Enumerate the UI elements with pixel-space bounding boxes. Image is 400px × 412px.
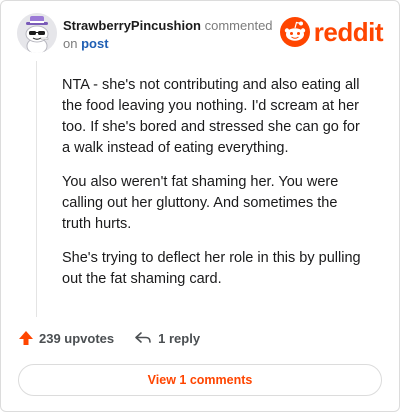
comment-card: StrawberryPincushion commented on post r… [0,0,400,412]
reply-button[interactable]: 1 reply [134,331,200,346]
commented-label: commented [204,18,273,33]
reddit-wordmark: reddit [313,17,384,47]
reddit-logo[interactable]: reddit [279,17,384,47]
user-avatar[interactable] [17,13,57,53]
view-comments-button[interactable]: View 1 comments [18,364,382,396]
thread-line[interactable] [36,61,37,317]
comment-header: StrawberryPincushion commented on post [63,17,273,53]
view-comments-label: View 1 comments [147,373,253,387]
upvote-button[interactable]: 239 upvotes [18,330,114,346]
comment-paragraph: She's trying to deflect her role in this… [62,250,361,287]
reply-arrow-icon [135,332,151,343]
comment-paragraph: NTA - she's not contributing and also ea… [62,77,360,156]
comment-paragraph: You also weren't fat shaming her. You we… [62,174,339,232]
post-link[interactable]: post [81,36,108,51]
username[interactable]: StrawberryPincushion [63,18,201,33]
on-label: on [63,36,78,51]
snoo-avatar-icon [17,13,57,53]
comment-actions: 239 upvotes 1 reply [18,330,200,346]
upvote-arrow-icon [19,331,33,345]
upvote-count: 239 upvotes [39,330,115,346]
comment-body: NTA - she's not contributing and also ea… [62,75,366,303]
reddit-snoo-icon [279,17,310,47]
reply-count: 1 reply [158,330,201,346]
